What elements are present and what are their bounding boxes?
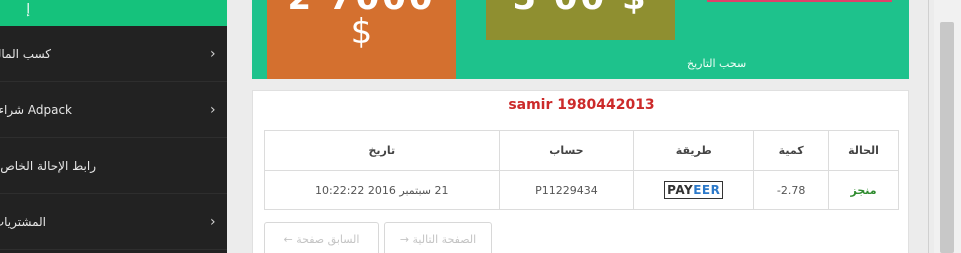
prev-page-button[interactable]: السابق صفحة ← (264, 222, 379, 253)
sidebar-item-earn-money[interactable]: كسب المال › (0, 26, 227, 82)
col-account: حساب (498, 130, 635, 171)
sidebar-item-referral-link[interactable]: رابط الإحالة الخاص بك (0, 138, 227, 194)
cell-amount: -2.78 (753, 170, 830, 210)
sidebar-active-label: إ (26, 2, 30, 17)
sidebar-active-item[interactable]: إ (0, 0, 227, 26)
stat-box-olive: 5 00 $ (486, 0, 675, 40)
payeer-logo: PAYEER (664, 181, 724, 199)
cell-method: PAYEER (633, 170, 755, 210)
col-date: تاريخ (264, 130, 500, 171)
chevron-right-icon: › (210, 101, 216, 118)
table-row: 21 سبتمبر 2016 10:22:22 P11229434 PAYEER… (264, 170, 899, 210)
sidebar: إ كسب المال › Adpack شراء › رابط الإحالة… (0, 0, 227, 253)
col-status: الحالة (828, 130, 899, 171)
main-content: 2 7000 $ 5 00 $ سحب التاريخ samir 198044… (252, 0, 909, 253)
withdrawal-table: تاريخ حساب طريقة كمية الحالة 21 سبتمبر 2… (264, 130, 899, 210)
chevron-right-icon: › (210, 213, 216, 230)
stat-orange-currency: $ (350, 12, 373, 52)
page: إ كسب المال › Adpack شراء › رابط الإحالة… (0, 0, 961, 253)
withdraw-date-label: سحب التاريخ (687, 57, 747, 70)
scrollbar-thumb[interactable] (940, 22, 954, 253)
cell-status: منجز (828, 170, 899, 210)
stat-box-pink (707, 0, 892, 2)
sidebar-item-label: المشتريات (0, 214, 46, 229)
account-username: samir 1980442013 (508, 97, 655, 113)
stat-olive-amount: 5 00 $ (486, 0, 675, 18)
sidebar-item-label: كسب المال (0, 46, 51, 61)
col-amount: كمية (753, 130, 830, 171)
cell-date: 21 سبتمبر 2016 10:22:22 (264, 170, 500, 210)
stats-panel: 2 7000 $ 5 00 $ سحب التاريخ (252, 0, 909, 79)
sidebar-item-label: رابط الإحالة الخاص بك (0, 158, 96, 173)
col-method: طريقة (633, 130, 755, 171)
next-page-button[interactable]: الصفحة التالية → (384, 222, 492, 253)
chevron-right-icon: › (210, 45, 216, 62)
sidebar-item-purchases[interactable]: المشتريات › (0, 194, 227, 250)
sidebar-item-label: Adpack شراء (0, 102, 72, 117)
content-divider (928, 0, 929, 253)
table-header-row: تاريخ حساب طريقة كمية الحالة (264, 130, 899, 171)
stat-box-orange: 2 7000 $ (267, 0, 456, 79)
cell-account: P11229434 (498, 170, 635, 210)
withdrawal-history-card: samir 1980442013 تاريخ حساب طريقة كمية ا… (252, 90, 909, 253)
sidebar-item-buy-adpack[interactable]: Adpack شراء › (0, 82, 227, 138)
